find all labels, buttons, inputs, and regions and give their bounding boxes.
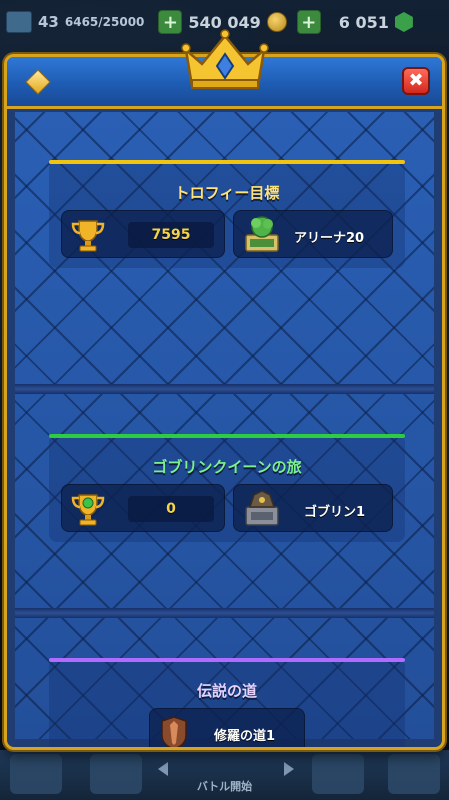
diamond-icon [25, 69, 51, 95]
section-title: トロフィー目標 [174, 184, 280, 202]
legend-rank-pill[interactable]: 修羅の道1 [149, 708, 305, 747]
gem-amount: 6 051 [338, 12, 389, 32]
modal-body: トロフィー目標 7595 アリーナ20 ゴブリンクイーンの旅 0 ゴブリン1 伝… [15, 112, 434, 747]
trophy-icon [71, 220, 105, 252]
section-divider [15, 384, 434, 394]
nav-social-tab[interactable] [312, 754, 364, 794]
add-gems-button[interactable]: + [296, 10, 321, 34]
section-title: ゴブリンクイーンの旅 [152, 458, 302, 476]
level-badge-icon [6, 11, 32, 33]
section-title: 伝説の道 [196, 682, 257, 700]
crown-icon [181, 29, 269, 89]
close-button[interactable]: ✖ [402, 67, 430, 95]
nav-events-tab[interactable] [388, 754, 440, 794]
arena-name: アリーナ20 [294, 231, 365, 246]
goblin-journey-section: ゴブリンクイーンの旅 0 ゴブリン1 [49, 434, 405, 542]
nav-left-arrow-icon[interactable] [158, 762, 168, 776]
section-divider [15, 608, 434, 618]
battle-tab-label[interactable]: バトル開始 [0, 778, 449, 794]
add-gold-button[interactable]: + [158, 10, 183, 34]
progress-modal: ✖ トロフィー目標 7595 アリーナ20 ゴブリンクイーンの旅 0 ゴブリン1… [4, 54, 445, 750]
arena-icon [245, 216, 279, 252]
player-level: 43 [38, 13, 59, 31]
section-accent-line [49, 160, 405, 164]
goblin-trophy-icon [71, 494, 105, 526]
trophy-goal-section: トロフィー目標 7595 アリーナ20 [49, 160, 405, 268]
gem-icon [394, 12, 413, 32]
legend-rank-name: 修羅の道1 [214, 729, 276, 744]
goblin-trophy-value: 0 [128, 496, 214, 522]
section-accent-line [49, 658, 405, 662]
xp-progress: 6465/25000 [64, 15, 145, 29]
trophy-count-value: 7595 [128, 222, 214, 248]
section-accent-line [49, 434, 405, 438]
nav-right-arrow-icon[interactable] [284, 762, 294, 776]
goblin-arena-name: ゴブリン1 [304, 505, 366, 520]
goblin-arena-pill[interactable]: ゴブリン1 [233, 484, 393, 532]
path-of-legends-section: 伝説の道 修羅の道1 [49, 658, 405, 747]
arena-pill[interactable]: アリーナ20 [233, 210, 393, 258]
trophy-count-pill[interactable]: 7595 [61, 210, 225, 258]
bottom-navigation: バトル開始 [0, 750, 449, 800]
goblin-trophy-pill[interactable]: 0 [61, 484, 225, 532]
goblin-arena-icon [245, 490, 279, 526]
rank-shield-icon [161, 716, 187, 747]
